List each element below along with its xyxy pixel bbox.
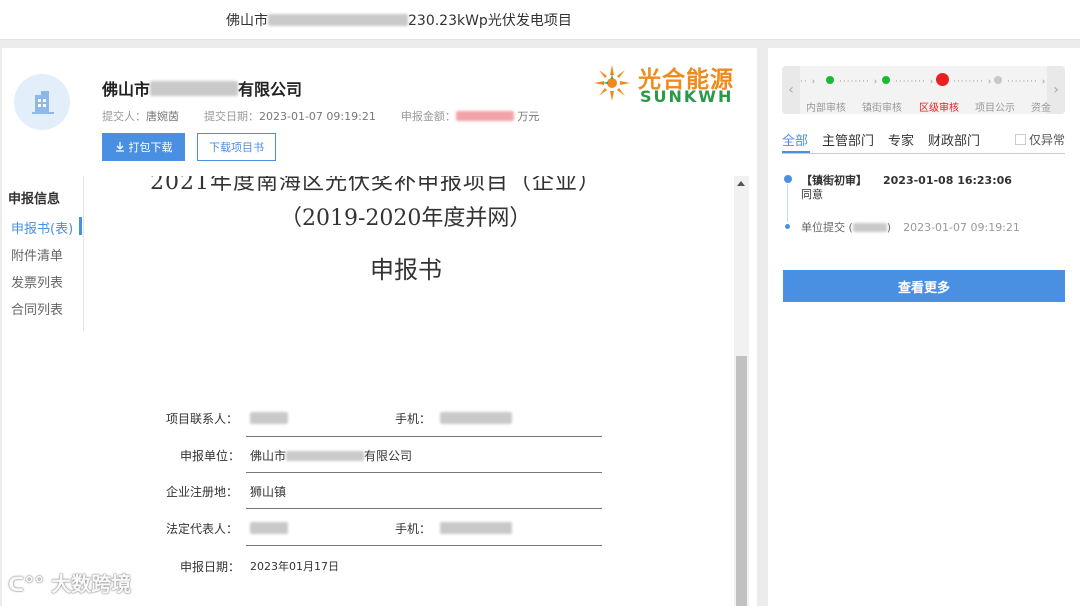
- side-nav: 申报信息 申报书(表) 附件清单 发票列表 合同列表: [2, 176, 84, 331]
- redacted-text: [286, 451, 365, 461]
- step-connector: ········ ›: [1007, 77, 1047, 87]
- step-dot-publicity: [994, 76, 1002, 84]
- review-panel: ‹ › ·· › ········ › ········ › ········ …: [768, 48, 1080, 606]
- redacted-text: [150, 81, 239, 96]
- unit-label: 申报单位：: [180, 449, 241, 463]
- step-connector: ········ ›: [953, 77, 993, 87]
- phone-label-2: 手机：: [395, 522, 432, 536]
- field-underline: [246, 436, 602, 437]
- nav-active-indicator: [79, 217, 82, 235]
- redacted-amount: [455, 111, 514, 121]
- redacted-phone: [440, 522, 512, 534]
- sun-logo-icon: [594, 65, 630, 101]
- step-label-publicity: 项目公示: [975, 103, 1015, 114]
- reg-value: 狮山镇: [250, 485, 287, 499]
- submission-meta: 提交人：唐婉茵 提交日期：2023-01-07 09:19:21 申报金额： 万…: [102, 110, 540, 123]
- step-label-funds: 资金: [1031, 103, 1051, 114]
- review-steps: ‹ › ·· › ········ › ········ › ········ …: [782, 66, 1065, 114]
- project-panel: 佛山市 有限公司 提交人：唐婉茵 提交日期：2023-01-07 09:19:21…: [2, 48, 757, 606]
- timeline-entry-submit: 单位提交 () 2023-01-07 09:19:21: [801, 221, 1020, 234]
- step-connector: ········ ›: [895, 77, 935, 87]
- field-underline: [246, 508, 602, 509]
- timeline-dot: [785, 224, 790, 229]
- field-underline: [246, 472, 602, 473]
- page-title: 佛山市 230.23kWp光伏发电项目: [226, 13, 572, 29]
- step-label-district: 区级审核: [919, 103, 959, 114]
- view-more-button[interactable]: 查看更多: [783, 270, 1065, 302]
- tab-dept[interactable]: 主管部门: [822, 130, 874, 149]
- building-icon: [32, 91, 54, 114]
- step-dot-district: [936, 73, 949, 86]
- company-avatar: [14, 74, 70, 130]
- field-underline: [246, 545, 602, 546]
- step-dot-town: [882, 76, 890, 84]
- timeline-result: 同意: [801, 188, 823, 201]
- step-label-internal: 内部审核: [806, 103, 846, 114]
- sunkwh-logo: 光合能源 SUNKWH: [588, 60, 748, 106]
- scroll-up-arrow-icon[interactable]: [737, 181, 745, 186]
- page-header: 佛山市 230.23kWp光伏发电项目: [0, 0, 1080, 40]
- redacted-contact: [250, 412, 288, 424]
- download-proposal-button[interactable]: 下载项目书: [197, 133, 276, 161]
- nav-item-attachments[interactable]: 附件清单: [11, 245, 63, 264]
- unit-value: 佛山市 有限公司: [250, 449, 413, 463]
- redacted-legal-rep: [250, 522, 288, 534]
- abnormal-only-label: 仅异常: [1029, 133, 1066, 147]
- redacted-phone: [440, 412, 512, 424]
- nav-item-contracts[interactable]: 合同列表: [11, 299, 63, 318]
- tab-finance[interactable]: 财政部门: [928, 130, 980, 149]
- apply-date-label: 申报日期：: [180, 560, 241, 574]
- steps-prev-chevron-icon[interactable]: ‹: [782, 66, 800, 114]
- nav-item-invoices[interactable]: 发票列表: [11, 272, 63, 291]
- side-nav-heading: 申报信息: [8, 192, 61, 207]
- step-dot-internal: [826, 76, 834, 84]
- tab-expert[interactable]: 专家: [888, 130, 914, 149]
- timeline-dot: [784, 175, 792, 183]
- redacted-text: [852, 223, 887, 232]
- step-connector: ········ ›: [839, 77, 879, 87]
- abnormal-only-checkbox[interactable]: [1015, 134, 1026, 145]
- timeline-entry-town: 【镇街初审】 2023-01-08 16:23:06: [801, 174, 1012, 187]
- doc-heading-2: （2019-2020年度并网）: [280, 206, 532, 231]
- tab-active-underline: [782, 151, 810, 153]
- review-tabs: 全部 主管部门 专家 财政部门 仅异常: [782, 130, 1065, 154]
- tab-all[interactable]: 全部: [782, 130, 808, 149]
- step-label-town: 镇街审核: [862, 103, 902, 114]
- doc-heading-1: 2021年度南海区光伏奖补申报项目（企业）: [150, 176, 601, 195]
- watermark: ᑕ°° 大数跨境: [8, 572, 132, 596]
- download-all-button[interactable]: 打包下载: [102, 133, 185, 161]
- doc-heading-3: 申报书: [370, 256, 442, 284]
- download-icon: [115, 142, 124, 152]
- phone-label: 手机：: [395, 412, 432, 426]
- contact-label: 项目联系人：: [166, 412, 239, 426]
- apply-date-value: 2023年01月17日: [250, 560, 339, 573]
- step-connector: ·· ›: [800, 77, 817, 87]
- timeline-line: [787, 184, 788, 222]
- redacted-text: [268, 14, 408, 26]
- logo-text-en: SUNKWH: [640, 87, 734, 106]
- doc-scrollbar[interactable]: [734, 176, 749, 606]
- nav-item-proposal[interactable]: 申报书(表): [11, 218, 73, 237]
- scroll-thumb[interactable]: [736, 356, 747, 606]
- document-preview: 2021年度南海区光伏奖补申报项目（企业） （2019-2020年度并网） 申报…: [90, 176, 730, 606]
- company-name: 佛山市 有限公司: [102, 80, 303, 99]
- legal-label: 法定代表人：: [166, 522, 239, 536]
- reg-label: 企业注册地：: [166, 485, 239, 499]
- watermark-logo-icon: ᑕ°°: [8, 572, 52, 596]
